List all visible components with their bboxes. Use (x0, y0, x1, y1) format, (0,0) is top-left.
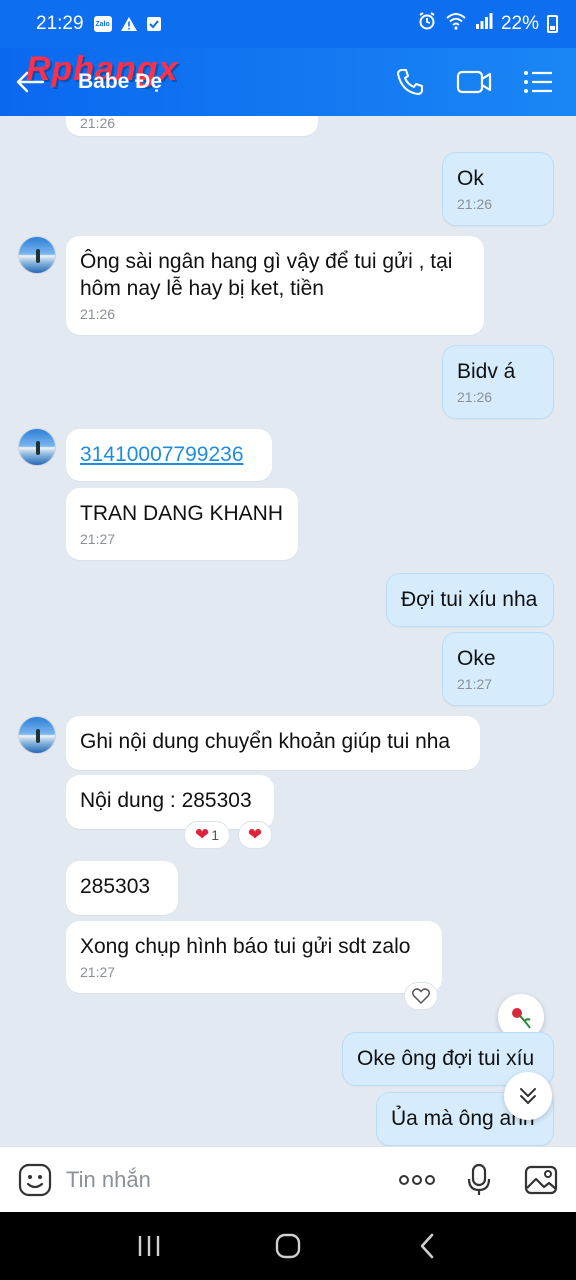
message-text: Bidv á (457, 360, 516, 383)
react-button[interactable]: ❤ (238, 821, 272, 849)
menu-button[interactable] (520, 64, 556, 100)
signal-icon (475, 12, 493, 36)
message-bubble-incoming[interactable]: 21:26 (66, 116, 318, 136)
emoji-icon (18, 1163, 52, 1196)
message-input[interactable]: Tin nhắn (54, 1167, 398, 1193)
message-bubble-incoming[interactable]: Xong chụp hình báo tui gửi sdt zalo 21:2… (66, 921, 442, 993)
message-input-bar: Tin nhắn (0, 1146, 576, 1212)
heart-icon: ❤ (247, 825, 263, 844)
back-nav-button[interactable] (397, 1221, 457, 1271)
list-menu-icon (524, 71, 552, 93)
microphone-icon (467, 1163, 491, 1195)
message-text: 285303 (80, 875, 151, 898)
message-text: Xong chụp hình báo tui gửi sdt zalo (80, 935, 411, 958)
voice-button[interactable] (460, 1161, 498, 1199)
message-bubble-outgoing[interactable]: Oke 21:27 (442, 632, 554, 706)
contact-name[interactable]: Babe Đẹ (78, 70, 162, 94)
message-list[interactable]: 21:26 Ok 21:26 Ông sài ngân hang gì vậy … (0, 116, 576, 1146)
message-text: Ông sài ngân hang gì vậy để tui gửi , tạ… (80, 250, 453, 273)
avatar[interactable] (18, 716, 56, 754)
message-time: 21:27 (457, 676, 493, 692)
message-bubble-incoming[interactable]: Ghi nội dung chuyển khoản giúp tui nha (66, 716, 480, 770)
image-button[interactable] (522, 1161, 560, 1199)
message-time: 21:26 (80, 306, 116, 322)
message-text: Nội dung : 285303 (80, 789, 252, 812)
back-button[interactable] (0, 48, 60, 116)
rose-icon (512, 1008, 531, 1029)
message-bubble-incoming[interactable]: 31410007799236 (66, 429, 272, 481)
message-bubble-outgoing[interactable]: Bidv á 21:26 (442, 345, 554, 419)
recents-icon (139, 1236, 160, 1256)
react-button[interactable] (404, 982, 438, 1010)
message-time: 21:27 (80, 964, 116, 980)
reaction-summary[interactable]: ❤ 1 (184, 821, 230, 849)
alarm-icon (417, 11, 437, 37)
heart-outline-icon (412, 988, 430, 1004)
message-bubble-incoming[interactable]: TRAN DANG KHANH 21:27 (66, 488, 298, 560)
message-text: Oke ông đợi tui xíu (357, 1047, 535, 1070)
image-icon (524, 1165, 558, 1194)
battery-percent: 22% (500, 13, 539, 34)
avatar[interactable] (18, 236, 56, 274)
zalo-notification-icon: Zalo (93, 16, 112, 32)
message-text: Ok (457, 167, 484, 190)
call-button[interactable] (392, 64, 428, 100)
message-bubble-outgoing[interactable]: Đợi tui xíu nha (386, 573, 554, 627)
phone-icon (397, 69, 423, 95)
scroll-to-bottom-button[interactable] (504, 1072, 552, 1120)
message-time: 21:26 (80, 116, 116, 131)
message-bubble-incoming[interactable]: Ông sài ngân hang gì vậy để tui gửi , tạ… (66, 236, 484, 335)
message-time: 21:27 (80, 531, 116, 547)
status-bar: 21:29 Zalo 22% (0, 0, 576, 48)
message-text: Ghi nội dung chuyển khoản giúp tui nha (80, 730, 451, 753)
input-actions (398, 1161, 560, 1199)
battery-icon (547, 15, 558, 33)
message-bubble-incoming[interactable]: 285303 (66, 861, 178, 915)
status-time: 21:29 (36, 13, 84, 34)
recents-button[interactable] (119, 1221, 179, 1271)
message-text: TRAN DANG KHANH (80, 502, 284, 525)
home-icon (275, 1233, 301, 1259)
message-text: hôm nay lễ hay bị ket, tiền (80, 277, 324, 300)
warning-icon (120, 16, 138, 32)
avatar[interactable] (18, 428, 56, 466)
heart-icon: ❤ (194, 825, 210, 844)
more-dots-icon (399, 1174, 435, 1185)
message-text: Oke (457, 647, 496, 670)
message-time: 21:26 (457, 389, 493, 405)
more-button[interactable] (398, 1161, 436, 1199)
back-arrow-icon (16, 71, 45, 93)
message-text: Đợi tui xíu nha (401, 588, 538, 611)
video-camera-icon (456, 70, 492, 94)
home-button[interactable] (258, 1221, 318, 1271)
message-bubble-outgoing[interactable]: Ok 21:26 (442, 152, 554, 226)
account-number-link[interactable]: 31410007799236 (80, 443, 244, 466)
message-bubble-incoming[interactable]: Nội dung : 285303 (66, 775, 274, 829)
emoji-button[interactable] (16, 1161, 54, 1199)
double-chevron-down-icon (520, 1088, 536, 1104)
reaction-count: 1 (211, 827, 220, 843)
chevron-left-icon (420, 1233, 433, 1259)
system-nav-bar (0, 1212, 576, 1280)
video-call-button[interactable] (456, 64, 492, 100)
chat-header: Rphangx Babe Đẹ (0, 48, 576, 116)
message-time: 21:26 (457, 196, 493, 212)
header-actions (392, 64, 576, 100)
checkbox-notification-icon (146, 16, 162, 32)
status-right-group: 22% (417, 11, 558, 37)
wifi-icon (445, 12, 467, 36)
